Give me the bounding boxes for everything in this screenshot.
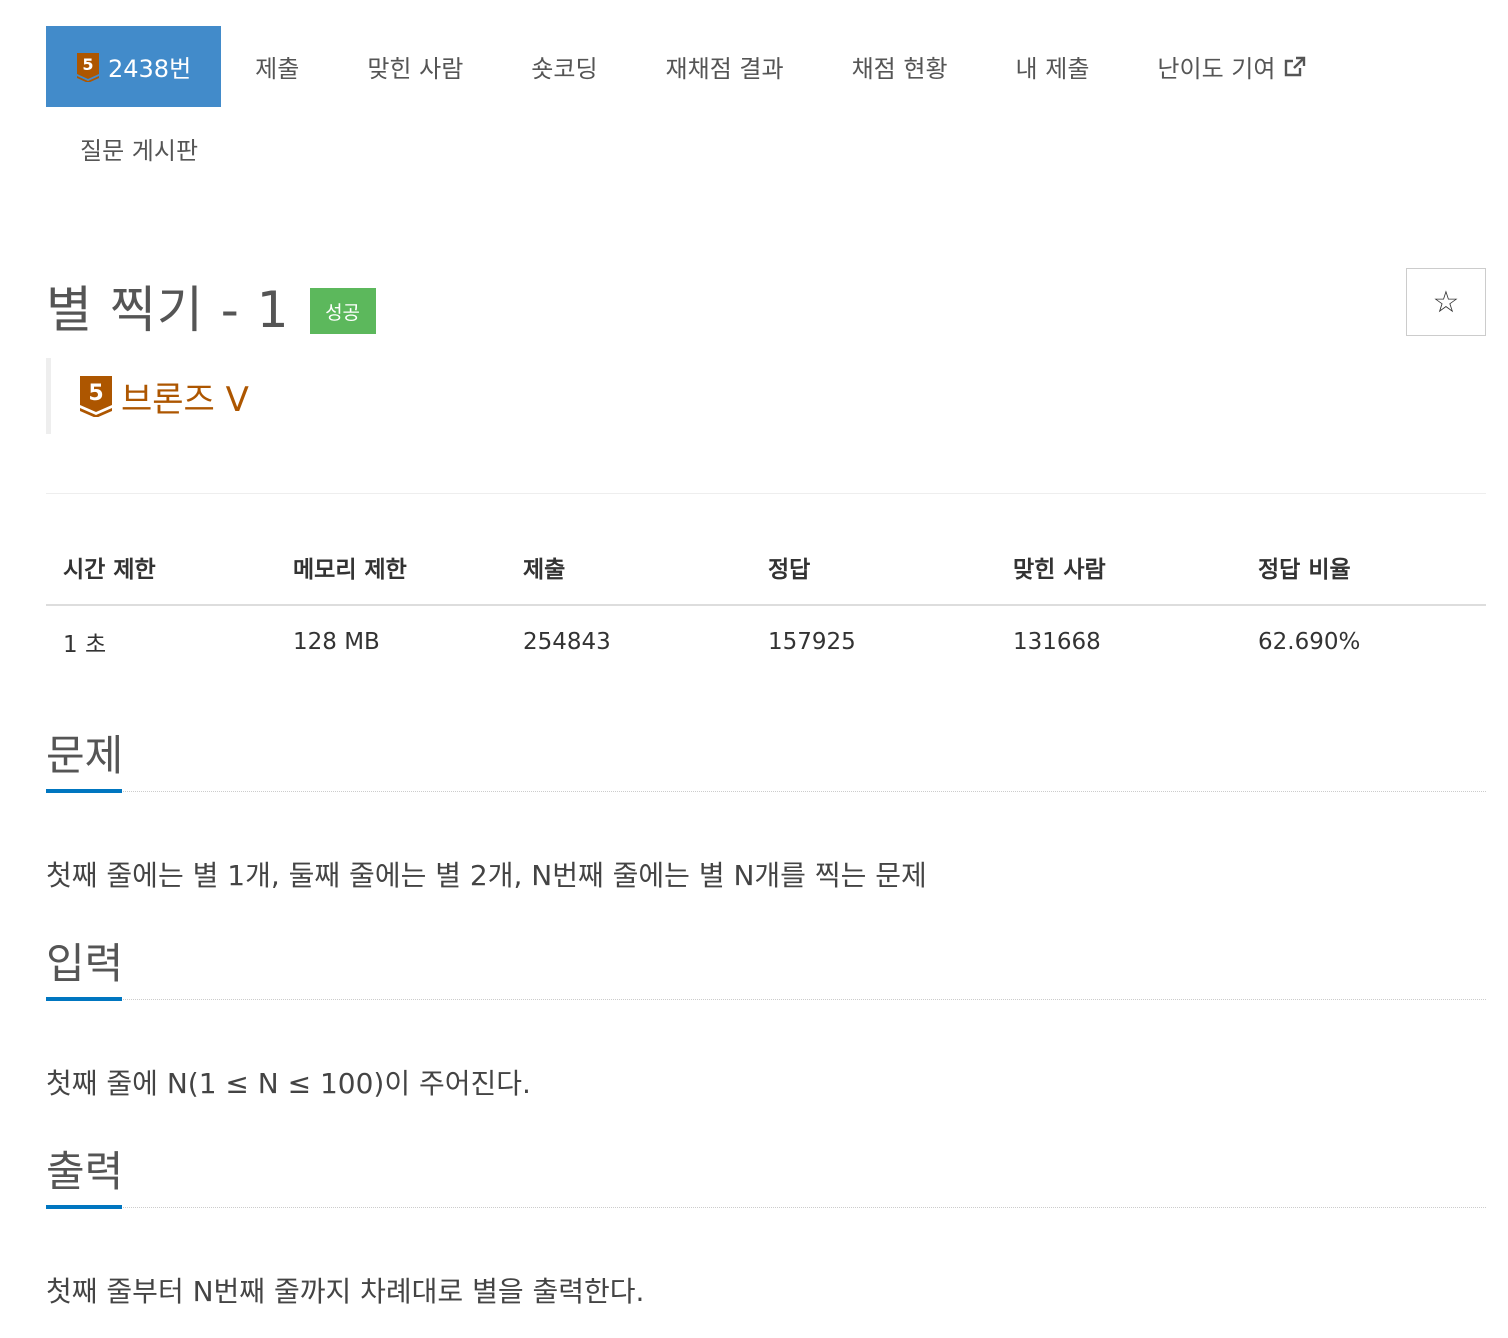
section-underline: [46, 1205, 122, 1209]
output-section: 출력 첫째 줄부터 N번째 줄까지 차례대로 별을 출력한다.: [46, 1136, 1486, 1316]
tab-label: 제출: [255, 55, 300, 83]
problem-info-table: 시간 제한 메모리 제한 제출 정답 맞힌 사람 정답 비율 1 초 128 M…: [46, 530, 1486, 677]
table-cell: 254843: [523, 628, 611, 655]
bronze-tier-icon: 5: [79, 375, 113, 417]
tab-label: 채점 현황: [851, 55, 948, 83]
tab-my-submissions[interactable]: 내 제출: [982, 26, 1124, 107]
tab-question-board[interactable]: 질문 게시판: [46, 108, 232, 189]
table-header-row: 시간 제한 메모리 제한 제출 정답 맞힌 사람 정답 비율: [46, 530, 1486, 606]
tier-blockquote: 5 브론즈 V: [46, 358, 249, 434]
section-header: 문제: [46, 720, 1486, 793]
favorite-button[interactable]: ☆: [1406, 268, 1486, 336]
description-section: 문제 첫째 줄에는 별 1개, 둘째 줄에는 별 2개, N번째 줄에는 별 N…: [46, 720, 1486, 900]
table-header: 시간 제한: [46, 530, 276, 606]
tab-difficulty-contribution[interactable]: 난이도 기여: [1123, 26, 1341, 107]
tab-label: 숏코딩: [531, 55, 598, 83]
tab-solved-users[interactable]: 맞힌 사람: [333, 26, 497, 107]
table-header: 맞힌 사람: [996, 530, 1241, 606]
table-cell: 157925: [768, 628, 856, 655]
table-header: 정답: [751, 530, 996, 606]
svg-text:5: 5: [82, 55, 93, 74]
section-underline: [46, 789, 122, 793]
table-header: 제출: [506, 530, 751, 606]
section-text: 첫째 줄부터 N번째 줄까지 차례대로 별을 출력한다.: [46, 1275, 645, 1308]
table-cell: 1 초: [63, 631, 107, 658]
tab-short-coding[interactable]: 숏코딩: [497, 26, 631, 107]
result-badge: 성공: [309, 288, 376, 334]
section-title: 문제: [46, 731, 124, 780]
svg-text:5: 5: [88, 381, 103, 406]
problem-menu-tabs: 5 2438번 제출 맞힌 사람 숏코딩 재채점 결과 채점 현황 내 제출 난…: [46, 26, 1486, 189]
tab-label: 재채점 결과: [665, 55, 784, 83]
tab-label: 2438번: [108, 55, 192, 83]
tab-judge-status[interactable]: 채점 현황: [818, 26, 982, 107]
bronze-tier-icon: 5: [76, 52, 100, 82]
problem-title: 별 찍기 - 1: [46, 281, 290, 339]
table-cell: 131668: [1013, 628, 1101, 655]
tier-label[interactable]: 브론즈 V: [121, 372, 249, 421]
tab-label: 질문 게시판: [80, 136, 199, 165]
table-row: 1 초 128 MB 254843 157925 131668 62.690%: [46, 605, 1486, 677]
section-header: 출력: [46, 1136, 1486, 1209]
tab-label: 난이도 기여: [1157, 55, 1276, 83]
section-header: 입력: [46, 928, 1486, 1001]
tab-rejudge-results[interactable]: 재채점 결과: [632, 26, 818, 107]
table-header: 정답 비율: [1241, 530, 1486, 606]
tab-submit[interactable]: 제출: [221, 26, 333, 107]
table-header: 메모리 제한: [276, 530, 506, 606]
table-cell: 62.690%: [1258, 628, 1361, 655]
input-section: 입력 첫째 줄에 N(1 ≤ N ≤ 100)이 주어진다.: [46, 928, 1486, 1108]
section-text: 첫째 줄에는 별 1개, 둘째 줄에는 별 2개, N번째 줄에는 별 N개를 …: [46, 859, 927, 892]
section-title: 출력: [46, 1147, 124, 1196]
star-icon: ☆: [1432, 284, 1460, 320]
divider: [46, 493, 1486, 494]
external-link-icon: [1283, 55, 1307, 79]
problem-page: 5 2438번 제출 맞힌 사람 숏코딩 재채점 결과 채점 현황 내 제출 난…: [0, 0, 1508, 1338]
section-text: 첫째 줄에 N(1 ≤ N ≤ 100)이 주어진다.: [46, 1067, 531, 1100]
section-underline: [46, 997, 122, 1001]
tab-label: 내 제출: [1015, 55, 1090, 83]
problem-title-area: 별 찍기 - 1 성공: [46, 270, 376, 342]
table-cell: 128 MB: [293, 628, 380, 655]
section-title: 입력: [46, 939, 124, 988]
tab-label: 맞힌 사람: [367, 55, 464, 83]
tab-problem[interactable]: 5 2438번: [46, 26, 222, 107]
